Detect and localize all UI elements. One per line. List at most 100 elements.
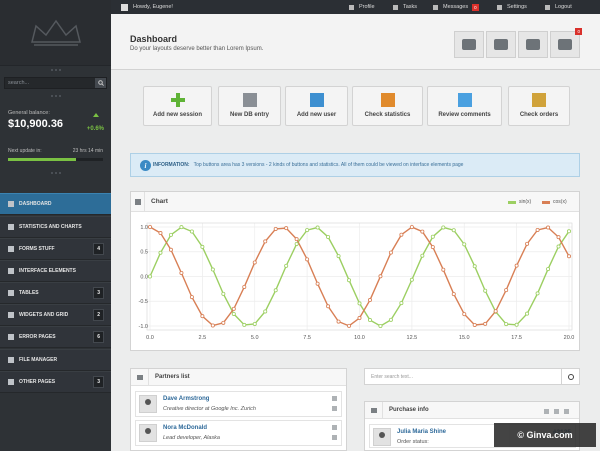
data-point-sin xyxy=(273,288,278,293)
data-point-cos xyxy=(462,312,467,317)
purchase-header-icon-box xyxy=(365,402,383,418)
sidebar-search-input[interactable]: search... xyxy=(4,77,107,89)
download-icon[interactable] xyxy=(544,409,549,414)
data-point-cos xyxy=(546,225,551,230)
legend-item-sin[interactable]: sin(x) xyxy=(508,199,531,205)
data-point-cos xyxy=(556,235,561,240)
info-notice: i INFORMATION: Top buttons area has 3 ve… xyxy=(130,153,580,177)
sidebar-item-interface-elements[interactable]: INTERFACE ELEMENTS xyxy=(0,260,111,282)
search-button[interactable] xyxy=(95,78,106,88)
comments-quick-button[interactable] xyxy=(486,31,516,58)
bar-chart-icon xyxy=(380,93,395,107)
sidebar-item-file-manager[interactable]: FILE MANAGER xyxy=(0,349,111,371)
crown-icon xyxy=(30,19,81,46)
new-db-entry-button[interactable]: New DB entry xyxy=(218,86,281,126)
check-statistics-button[interactable]: Check statistics xyxy=(352,86,423,126)
sidebar-search-placeholder: search... xyxy=(8,80,30,86)
action-label: Add new session xyxy=(152,112,202,118)
sidebar-item-statistics-and-charts[interactable]: STATISTICS AND CHARTS xyxy=(0,216,111,238)
topbar-messages-link[interactable]: Messages 0 xyxy=(433,0,479,14)
users-icon xyxy=(462,39,476,50)
users-quick-button[interactable] xyxy=(454,31,484,58)
sidebar-item-tables[interactable]: TABLES 3 xyxy=(0,282,111,304)
gear-icon xyxy=(497,4,502,10)
sidebar-item-widgets-and-grid[interactable]: WIDGETS AND GRID 2 xyxy=(0,304,111,326)
topbar-profile-link[interactable]: Profile xyxy=(349,0,375,14)
next-update-value: 23 hrs 14 min xyxy=(72,148,103,154)
nav-item-icon xyxy=(8,357,14,363)
partner-role: Lead developer, Alaska xyxy=(163,435,220,441)
sidebar-item-error-pages[interactable]: ERROR PAGES 6 xyxy=(0,326,111,348)
legend-swatch-sin xyxy=(508,200,516,204)
check-orders-button[interactable]: Check orders xyxy=(508,86,570,126)
data-point-sin xyxy=(252,321,257,326)
line-chart: 1.0 0.5 0.0 -0.5 -1.0 0.0 2.5 5.0 7.5 10.0 12.5 15.… xyxy=(139,222,575,341)
data-point-sin xyxy=(305,228,310,233)
sidebar-item-dashboard[interactable]: DASHBOARD xyxy=(0,193,111,215)
sidebar-item-label: FILE MANAGER xyxy=(19,357,58,363)
data-point-cos xyxy=(504,288,509,293)
topbar-logout-link[interactable]: Logout xyxy=(545,0,572,14)
logo[interactable] xyxy=(0,0,111,66)
sidebar-item-forms-stuff[interactable]: FORMS STUFF 4 xyxy=(0,238,111,260)
topbar-tasks-link[interactable]: Tasks xyxy=(393,0,417,14)
x-tick-label: 10.0 xyxy=(354,335,365,341)
data-point-cos xyxy=(284,226,289,231)
content-search-input[interactable]: Enter search text... xyxy=(364,368,580,385)
progress-fill xyxy=(8,158,77,161)
mail-icon[interactable] xyxy=(332,396,337,401)
data-point-sin xyxy=(525,311,530,316)
add-new-session-button[interactable]: Add new session xyxy=(143,86,212,126)
topbar-settings-link[interactable]: Settings xyxy=(497,0,527,14)
data-point-cos xyxy=(483,321,488,326)
user-greeting[interactable]: Howdy, Eugene! xyxy=(121,3,173,11)
review-comments-button[interactable]: Review comments xyxy=(427,86,502,126)
nav-item-icon xyxy=(8,290,14,296)
topbar-link-label: Messages xyxy=(443,4,469,10)
data-point-sin xyxy=(367,318,372,323)
sidebar-item-badge: 4 xyxy=(93,243,104,255)
add-new-user-button[interactable]: Add new user xyxy=(285,86,348,126)
balance-change: +0.6% xyxy=(86,126,104,132)
cart-icon xyxy=(370,407,377,413)
order-status-label: Order status: xyxy=(397,439,429,445)
data-point-sin xyxy=(200,244,205,249)
chart-title: Chart xyxy=(151,198,168,205)
data-point-cos xyxy=(336,319,341,324)
chat-icon[interactable] xyxy=(332,435,337,440)
print-icon[interactable] xyxy=(564,409,569,414)
calendar-quick-button[interactable] xyxy=(518,31,548,58)
data-point-cos xyxy=(189,295,194,300)
copy-icon[interactable] xyxy=(554,409,559,414)
partner-name[interactable]: Nora McDonald xyxy=(163,425,207,431)
partner-name[interactable]: Dave Armstrong xyxy=(163,396,209,402)
top-bar: Howdy, Eugene! Profile Tasks Messages 0 S… xyxy=(111,0,600,14)
action-label: New DB entry xyxy=(229,112,269,118)
chart-header-icon-box xyxy=(131,192,145,211)
legend-item-cos[interactable]: cos(x) xyxy=(542,199,567,205)
sidebar-item-badge: 2 xyxy=(93,309,104,321)
chat-icon[interactable] xyxy=(332,406,337,411)
search-placeholder: Enter search text... xyxy=(371,373,413,380)
purchase-customer[interactable]: Julia Maria Shine xyxy=(397,429,446,435)
data-point-cos xyxy=(514,263,519,268)
partner-row[interactable]: Nora McDonald Lead developer, Alaska xyxy=(135,420,342,446)
data-point-sin xyxy=(441,225,446,230)
x-tick-label: 20.0 xyxy=(564,335,575,341)
data-point-cos xyxy=(378,274,383,279)
search-button[interactable] xyxy=(561,369,579,384)
money-quick-button[interactable]: 0 xyxy=(550,28,582,58)
data-point-cos xyxy=(200,314,205,319)
partner-row[interactable]: Dave Armstrong Creative director at Goog… xyxy=(135,391,342,417)
y-tick-label: 1.0 xyxy=(140,225,148,231)
money-badge: 0 xyxy=(575,28,582,35)
data-point-sin xyxy=(556,244,561,249)
x-tick-label: 7.5 xyxy=(303,335,311,341)
data-point-sin xyxy=(336,254,341,259)
data-point-sin xyxy=(179,225,184,230)
user-icon xyxy=(349,4,354,10)
mail-icon[interactable] xyxy=(332,425,337,430)
sidebar-item-other-pages[interactable]: OTHER PAGES 3 xyxy=(0,371,111,393)
data-point-cos xyxy=(242,284,247,289)
messages-badge: 0 xyxy=(472,3,479,11)
